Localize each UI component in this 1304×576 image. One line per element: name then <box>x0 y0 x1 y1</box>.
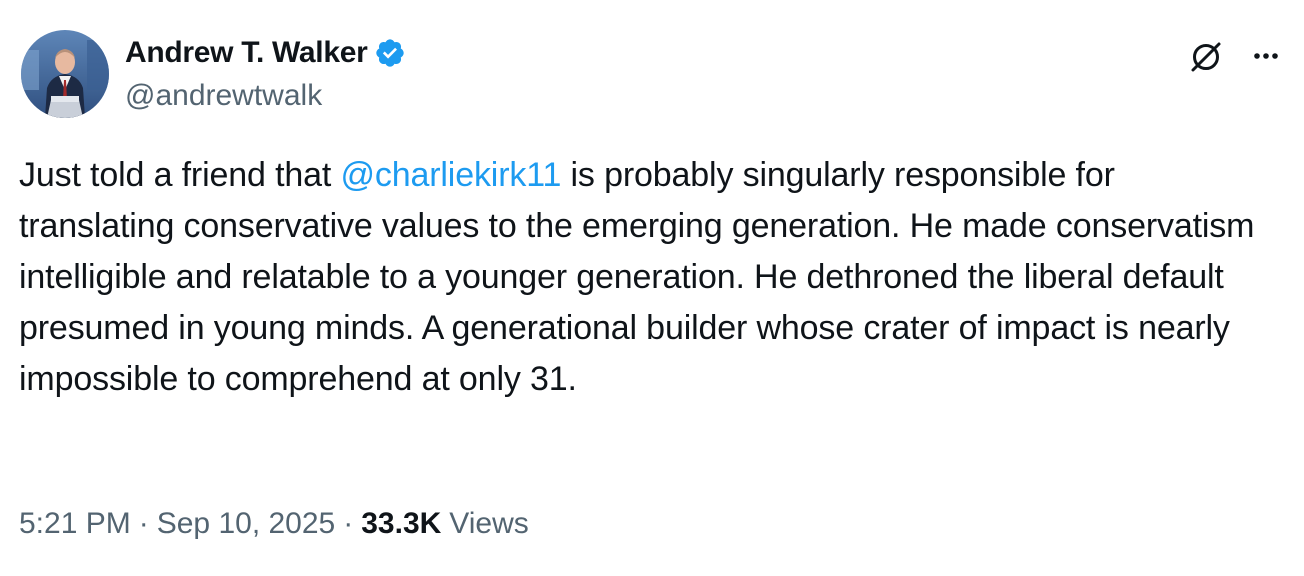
tweet-card: Andrew T. Walker @andrewtwalk Just told … <box>0 0 1304 576</box>
handle[interactable]: @andrewtwalk <box>125 76 406 116</box>
timestamp-link[interactable]: 5:21 PM · Sep 10, 2025 <box>19 504 335 544</box>
name-row: Andrew T. Walker <box>125 33 406 73</box>
tweet-date: Sep 10, 2025 <box>156 507 336 540</box>
avatar-photo <box>21 30 109 118</box>
tweet-meta: 5:21 PM · Sep 10, 2025 · 33.3K Views <box>19 504 529 544</box>
grok-icon[interactable] <box>1186 36 1226 76</box>
top-actions <box>1186 36 1284 76</box>
display-name[interactable]: Andrew T. Walker <box>125 33 368 73</box>
verified-badge-icon[interactable] <box>374 37 406 69</box>
separator: · <box>138 507 149 540</box>
mention-link[interactable]: @charliekirk11 <box>340 156 561 194</box>
tweet-text-start: Just told a friend that <box>19 156 341 194</box>
user-info: Andrew T. Walker @andrewtwalk <box>125 33 406 116</box>
tweet-text: Just told a friend that @charliekirk11 i… <box>19 150 1279 405</box>
tweet-time: 5:21 PM <box>19 507 131 540</box>
more-options-icon[interactable] <box>1248 38 1284 74</box>
views-label: Views <box>449 507 529 540</box>
separator: · <box>343 507 354 540</box>
views-count[interactable]: 33.3K <box>361 504 441 544</box>
avatar[interactable] <box>21 30 109 118</box>
